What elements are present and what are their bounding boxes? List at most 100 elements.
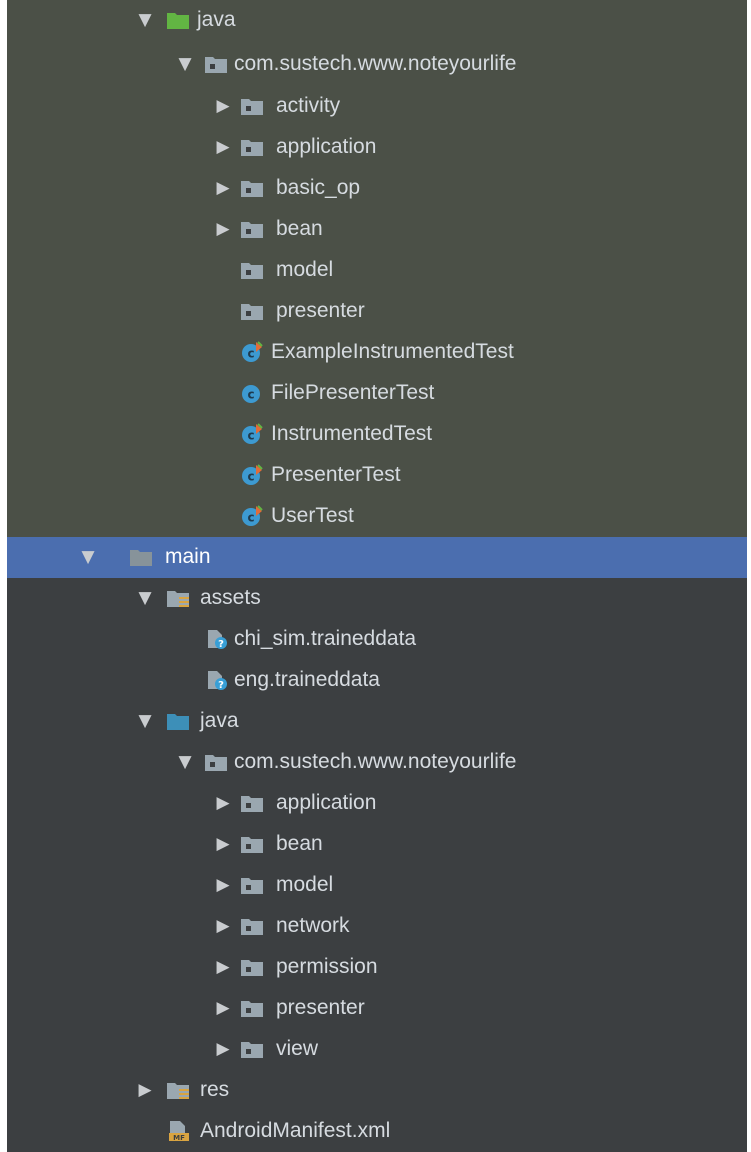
tree-item-label: bean	[276, 832, 323, 855]
collapse-arrow-icon[interactable]: ▼	[136, 588, 154, 608]
unknown-file-icon: ?	[204, 628, 228, 650]
tree-item-label: AndroidManifest.xml	[200, 1119, 391, 1142]
expand-arrow-icon[interactable]: ▶	[214, 96, 232, 116]
svg-text:c: c	[247, 470, 254, 484]
tree-row[interactable]: c PresenterTest	[7, 455, 747, 496]
collapse-arrow-icon[interactable]: ▼	[136, 711, 154, 731]
tree-item-label: InstrumentedTest	[271, 422, 433, 445]
tree-row[interactable]: ▶ view	[7, 1029, 747, 1070]
tree-row[interactable]: ▼ main	[7, 537, 747, 578]
test-class-icon: c	[240, 464, 264, 486]
project-tree: ▼ java ▼ com.sustech.www.noteyourlife ▶ activ…	[0, 0, 751, 1152]
tree-row[interactable]: ▶ network	[7, 906, 747, 947]
tree-row[interactable]: MF AndroidManifest.xml	[7, 1111, 747, 1152]
package-folder-icon	[240, 95, 264, 117]
folder-green-icon	[166, 9, 190, 31]
tree-item-label: view	[276, 1037, 319, 1060]
tree-item-label: FilePresenterTest	[271, 381, 435, 404]
expand-arrow-icon[interactable]: ▶	[214, 219, 232, 239]
tree-item-label: main	[165, 545, 211, 568]
package-folder-icon	[240, 218, 264, 240]
package-folder-icon	[240, 300, 264, 322]
expand-arrow-icon[interactable]: ▶	[214, 178, 232, 198]
tree-item-label: model	[276, 258, 334, 281]
tree-row[interactable]: ▼ assets	[7, 578, 747, 619]
expand-arrow-icon[interactable]: ▶	[214, 1039, 232, 1059]
tree-row[interactable]: c InstrumentedTest	[7, 414, 747, 455]
package-folder-icon	[240, 833, 264, 855]
tree-row[interactable]: ▶ activity	[7, 86, 747, 127]
expand-arrow-icon[interactable]: ▶	[214, 793, 232, 813]
collapse-arrow-icon[interactable]: ▼	[176, 752, 194, 772]
tree-row[interactable]: c ExampleInstrumentedTest	[7, 332, 747, 373]
tree-row[interactable]: c UserTest	[7, 496, 747, 537]
tree-row[interactable]: ▶ bean	[7, 209, 747, 250]
package-folder-icon	[240, 136, 264, 158]
expand-arrow-icon[interactable]: ▶	[214, 834, 232, 854]
tree-row[interactable]: presenter	[7, 291, 747, 332]
tree-row[interactable]: ? chi_sim.traineddata	[7, 619, 747, 660]
package-folder-icon	[240, 874, 264, 896]
tree-row[interactable]: ▶ application	[7, 783, 747, 824]
tree-item-label: com.sustech.www.noteyourlife	[234, 52, 517, 75]
tree-row[interactable]: ▶ application	[7, 127, 747, 168]
package-folder-icon	[240, 177, 264, 199]
tree-item-label: java	[200, 709, 239, 732]
tree-item-label: permission	[276, 955, 378, 978]
tree-row[interactable]: ▶ basic_op	[7, 168, 747, 209]
expand-arrow-icon[interactable]: ▶	[214, 875, 232, 895]
left-border	[0, 0, 7, 1152]
tree-row[interactable]: ▼ java	[7, 0, 747, 44]
expand-arrow-icon[interactable]: ▶	[214, 998, 232, 1018]
package-folder-icon	[240, 956, 264, 978]
svg-text:?: ?	[218, 639, 224, 650]
collapse-arrow-icon[interactable]: ▼	[136, 10, 154, 30]
tree-item-label: com.sustech.www.noteyourlife	[234, 750, 517, 773]
package-folder-icon	[240, 259, 264, 281]
svg-text:?: ?	[218, 680, 224, 691]
svg-text:c: c	[247, 511, 254, 525]
tree-item-label: activity	[276, 94, 341, 117]
svg-text:c: c	[247, 429, 254, 443]
class-icon: c	[240, 382, 264, 404]
tree-row[interactable]: ▼ com.sustech.www.noteyourlife	[7, 44, 747, 86]
folder-blue-icon	[166, 710, 190, 732]
tree-item-label: model	[276, 873, 334, 896]
package-folder-icon	[204, 751, 228, 773]
tree-item-label: application	[276, 791, 377, 814]
tree-row[interactable]: ▶ permission	[7, 947, 747, 988]
tree-row[interactable]: ▶ res	[7, 1070, 747, 1111]
expand-arrow-icon[interactable]: ▶	[136, 1080, 154, 1100]
collapse-arrow-icon[interactable]: ▼	[176, 54, 194, 74]
tree-item-label: chi_sim.traineddata	[234, 627, 417, 650]
resources-folder-icon	[166, 587, 190, 609]
expand-arrow-icon[interactable]: ▶	[214, 916, 232, 936]
tree-row[interactable]: ▼ com.sustech.www.noteyourlife	[7, 742, 747, 783]
tree-item-label: network	[276, 914, 350, 937]
collapse-arrow-icon[interactable]: ▼	[79, 547, 97, 567]
expand-arrow-icon[interactable]: ▶	[214, 957, 232, 977]
resources-folder-icon	[166, 1079, 190, 1101]
svg-text:c: c	[247, 347, 254, 361]
tree-row[interactable]: ? eng.traineddata	[7, 660, 747, 701]
tree-row[interactable]: ▼ java	[7, 701, 747, 742]
tree-item-label: bean	[276, 217, 323, 240]
tree-item-label: ExampleInstrumentedTest	[271, 340, 514, 363]
tree-row[interactable]: c FilePresenterTest	[7, 373, 747, 414]
tree-row[interactable]: model	[7, 250, 747, 291]
right-border	[747, 0, 751, 1152]
expand-arrow-icon[interactable]: ▶	[214, 137, 232, 157]
tree-item-label: application	[276, 135, 377, 158]
tree-item-label: presenter	[276, 996, 365, 1019]
tree-item-label: res	[200, 1078, 230, 1101]
package-folder-icon	[240, 915, 264, 937]
tree-item-label: UserTest	[271, 504, 354, 527]
tree-row[interactable]: ▶ bean	[7, 824, 747, 865]
test-class-icon: c	[240, 341, 264, 363]
tree-row[interactable]: ▶ model	[7, 865, 747, 906]
package-folder-icon	[204, 53, 228, 75]
tree-item-label: eng.traineddata	[234, 668, 380, 691]
tree-row[interactable]: ▶ presenter	[7, 988, 747, 1029]
test-class-icon: c	[240, 505, 264, 527]
tree-item-label: PresenterTest	[271, 463, 401, 486]
